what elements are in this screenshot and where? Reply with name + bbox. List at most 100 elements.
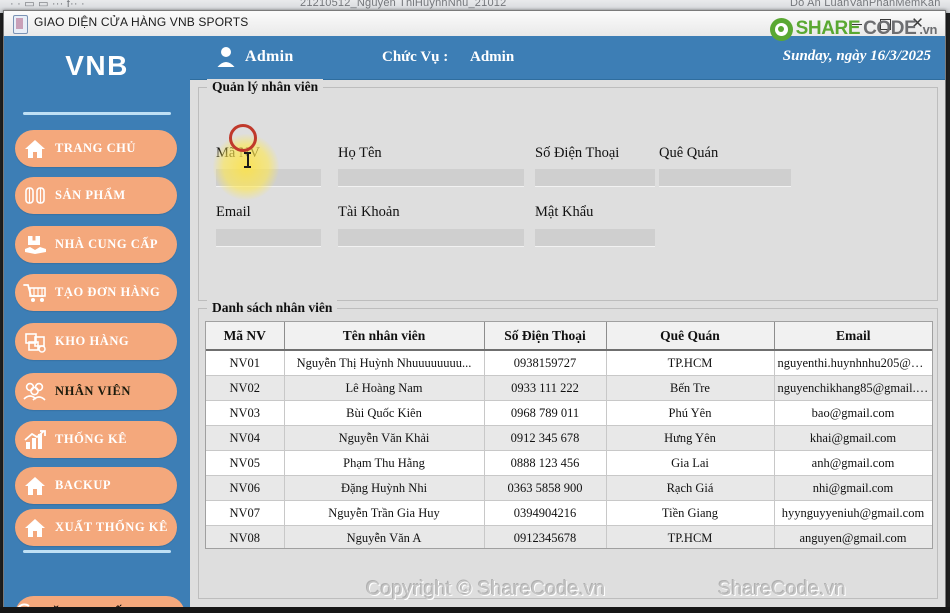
sidebar-label-kho-hang: KHO HÀNG — [55, 334, 130, 348]
bottom-desktop-strip — [0, 607, 950, 613]
sidebar-item-kho-hang[interactable]: KHO HÀNG — [15, 323, 177, 360]
sidebar-label-xuat-thong-ke: XUẤT THỐNG KÊ — [55, 520, 168, 534]
cell-ten: Lê Hoàng Nam — [284, 375, 485, 401]
cell-ma-nv: NV06 — [206, 475, 285, 501]
sidebar-divider-bottom — [23, 550, 171, 553]
sidebar-item-nha-cung-cap[interactable]: NHÀ CUNG CẤP — [15, 226, 177, 263]
cart-icon — [15, 274, 55, 311]
cell-ma-nv: NV04 — [206, 425, 285, 451]
label-que-quan: Quê Quán — [659, 145, 719, 161]
brand-logo-text: VNB — [65, 50, 129, 81]
main-pane: Admin Chức Vụ : Admin Sunday, ngày 16/3/… — [190, 36, 945, 610]
cell-sdt: 0933 111 222 — [484, 375, 607, 401]
input-so-dien-thoai[interactable] — [535, 169, 655, 187]
window-title: GIAO DIỆN CỬA HÀNG VNB SPORTS — [34, 15, 249, 29]
cell-que: Bến Tre — [606, 375, 775, 401]
bg-fragment-1: 21210512_Nguyen ThiHuynhNhu_21012 — [300, 0, 507, 9]
logo-share-text: SHARE — [795, 18, 861, 39]
sidebar-label-nhan-vien: NHÂN VIÊN — [55, 384, 131, 398]
chart-icon — [15, 421, 55, 458]
column-header-email[interactable]: Email — [774, 322, 932, 351]
sidebar-item-nhan-vien[interactable]: NHÂN VIÊN — [15, 373, 177, 410]
home-icon — [15, 130, 55, 167]
sidebar-item-xuat-thong-ke[interactable]: XUẤT THỐNG KÊ — [15, 509, 177, 546]
cell-sdt: 0363 5858 900 — [484, 475, 607, 501]
table-row[interactable]: NV03 Bùi Quốc Kiên 0968 789 011 Phú Yên … — [206, 400, 932, 426]
input-tai-khoan[interactable] — [338, 229, 524, 247]
label-so-dien-thoai: Số Điện Thoại — [535, 145, 620, 161]
cell-sdt: 0938159727 — [484, 350, 607, 376]
employee-form-title: Quản lý nhân viên — [207, 79, 324, 95]
sidebar-item-thong-ke[interactable]: THỐNG KÊ — [15, 421, 177, 458]
topbar-role-value: Admin — [470, 49, 515, 65]
cell-sdt: 0968 789 011 — [484, 400, 607, 426]
table-header-row: Mã NV Tên nhân viên Số Điện Thoại Quê Qu… — [206, 322, 932, 351]
logo-vn-text: .vn — [919, 21, 937, 37]
topbar-date: Sunday, ngày 16/3/2025 — [782, 48, 931, 64]
supplier-icon — [15, 226, 55, 263]
topbar-role-label: Chức Vụ : — [382, 49, 449, 65]
input-ma-nv[interactable] — [216, 169, 321, 187]
cell-email: anh@gmail.com — [774, 450, 932, 476]
cell-ma-nv: NV02 — [206, 375, 285, 401]
column-header-que-quan[interactable]: Quê Quán — [606, 322, 775, 351]
table-row[interactable]: NV07 Nguyễn Trần Gia Huy 0394904216 Tiền… — [206, 500, 932, 526]
input-que-quan[interactable] — [659, 169, 791, 187]
cell-email: nguyenchikhang85@gmail.com — [774, 375, 932, 401]
sidebar-item-trang-chu[interactable]: TRANG CHỦ — [15, 130, 177, 167]
cell-que: TP.HCM — [606, 525, 775, 548]
cell-ten: Đặng Huỳnh Nhi — [284, 475, 485, 501]
sidebar-label-nha-cung-cap: NHÀ CUNG CẤP — [55, 237, 159, 251]
cell-sdt: 0912345678 — [484, 525, 607, 548]
cell-email: anguyen@gmail.com — [774, 525, 932, 548]
column-header-ma-nv[interactable]: Mã NV — [206, 322, 285, 351]
window-content: VNB TRANG CHỦ SẢN PHẨM NHÀ CUNG CẤP TẠO … — [4, 36, 945, 610]
table-row[interactable]: NV02 Lê Hoàng Nam 0933 111 222 Bến Tre n… — [206, 375, 932, 401]
topbar-username: Admin — [245, 48, 294, 65]
input-mat-khau[interactable] — [535, 229, 655, 247]
input-email[interactable] — [216, 229, 321, 247]
sidebar-label-thong-ke: THỐNG KÊ — [55, 432, 128, 446]
column-header-ten-nhan-vien[interactable]: Tên nhân viên — [284, 322, 485, 351]
cell-ma-nv: NV08 — [206, 525, 285, 548]
table-row[interactable]: NV05 Phạm Thu Hằng 0888 123 456 Gia Lai … — [206, 450, 932, 476]
cell-ten: Nguyễn Trần Gia Huy — [284, 500, 485, 526]
cell-sdt: 0912 345 678 — [484, 425, 607, 451]
cell-ten: Phạm Thu Hằng — [284, 450, 485, 476]
table-row[interactable]: NV06 Đặng Huỳnh Nhi 0363 5858 900 Rạch G… — [206, 475, 932, 501]
cell-que: TP.HCM — [606, 350, 775, 376]
sidebar: VNB TRANG CHỦ SẢN PHẨM NHÀ CUNG CẤP TẠO … — [4, 36, 191, 610]
table-row[interactable]: NV01 Nguyễn Thị Huỳnh Nhuuuuuuuu... 0938… — [206, 350, 932, 376]
table-row[interactable]: NV08 Nguyễn Văn A 0912345678 TP.HCM angu… — [206, 525, 932, 548]
cell-ma-nv: NV05 — [206, 450, 285, 476]
logo-code-text: CODE — [863, 18, 917, 39]
label-ho-ten: Họ Tên — [338, 145, 382, 161]
column-header-so-dien-thoai[interactable]: Số Điện Thoại — [484, 322, 607, 351]
label-ma-nv: Mã NV — [216, 145, 260, 161]
table-row[interactable]: NV04 Nguyễn Văn Khải 0912 345 678 Hưng Y… — [206, 425, 932, 451]
user-icon — [216, 46, 236, 68]
sidebar-label-trang-chu: TRANG CHỦ — [55, 141, 136, 155]
sidebar-label-backup: BACKUP — [55, 478, 112, 492]
sidebar-item-backup[interactable]: BACKUP — [15, 467, 177, 504]
sidebar-label-tao-don-hang: TẠO ĐƠN HÀNG — [55, 285, 161, 299]
sidebar-item-tao-don-hang[interactable]: TẠO ĐƠN HÀNG — [15, 274, 177, 311]
employee-form-group: Quản lý nhân viên Mã NV Họ Tên Số Điện T… — [198, 79, 938, 348]
cell-ten: Nguyễn Thị Huỳnh Nhuuuuuuuu... — [284, 350, 485, 376]
input-ho-ten[interactable] — [338, 169, 524, 187]
cell-email: nguyenthi.huynhnhu205@gmail.c... — [774, 350, 932, 376]
sharecode-mark-icon — [769, 17, 793, 41]
cell-email: bao@gmail.com — [774, 400, 932, 426]
cell-que: Phú Yên — [606, 400, 775, 426]
cell-email: khai@gmail.com — [774, 425, 932, 451]
employee-table-container[interactable]: Mã NV Tên nhân viên Số Điện Thoại Quê Qu… — [205, 321, 933, 549]
sharecode-logo: SHARE CODE .vn — [769, 16, 937, 42]
cell-que: Gia Lai — [606, 450, 775, 476]
cell-que: Rạch Giá — [606, 475, 775, 501]
cell-sdt: 0888 123 456 — [484, 450, 607, 476]
home-icon — [15, 509, 55, 546]
users-icon — [15, 373, 55, 410]
cell-que: Tiền Giang — [606, 500, 775, 526]
application-window: GIAO DIỆN CỬA HÀNG VNB SPORTS ✕ SHARE CO… — [3, 10, 946, 611]
sidebar-item-san-pham[interactable]: SẢN PHẨM — [15, 177, 177, 214]
